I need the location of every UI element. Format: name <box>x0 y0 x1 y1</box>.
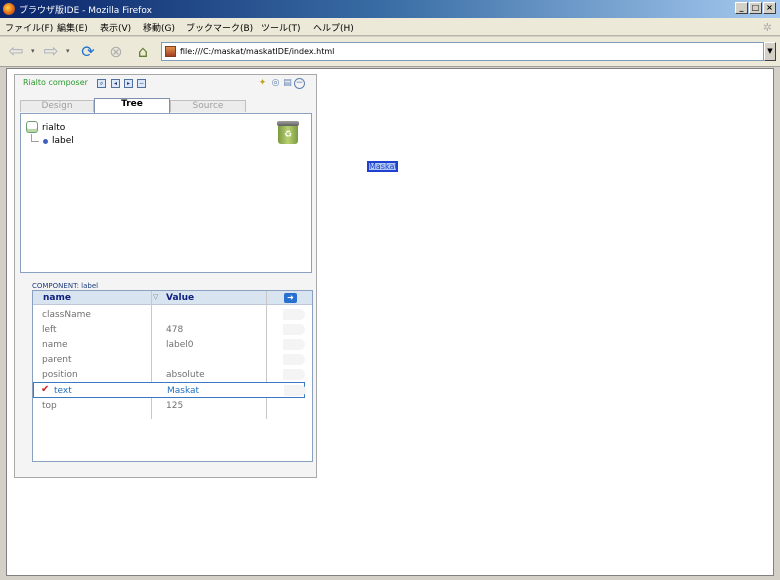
window-controls: _ □ × <box>735 2 776 14</box>
trash-bin: ♻ <box>278 126 298 144</box>
menu-go[interactable]: 移動(G) <box>143 21 175 34</box>
prop-name: top <box>42 401 57 411</box>
table-row-selected[interactable]: ✔ text Maskat <box>33 382 306 398</box>
properties-table: name ▽ Value ➜ className left 478 name l… <box>32 290 313 462</box>
table-row[interactable]: name label0 <box>33 337 312 352</box>
rialto-composer-panel: Rialto composer ⌕ ◂ ▸ − ✦ ◎ ▤ − Design T… <box>14 74 317 478</box>
url-dropdown-icon[interactable]: ▼ <box>764 42 776 61</box>
minimize-button[interactable]: _ <box>735 2 748 14</box>
row-end-cap <box>284 385 306 396</box>
reload-icon[interactable]: ⟳ <box>78 41 98 61</box>
trash-icon[interactable]: ♻ <box>277 121 299 144</box>
minimize-panel-icon[interactable]: − <box>294 78 305 89</box>
row-end-cap <box>283 309 305 320</box>
settings-icon[interactable]: ◎ <box>270 78 281 89</box>
header-value[interactable]: Value <box>166 293 194 303</box>
docs-icon[interactable]: ▤ <box>282 78 293 89</box>
menu-bookmarks[interactable]: ブックマーク(B) <box>186 21 253 34</box>
firefox-icon <box>3 3 15 15</box>
prop-value[interactable]: label0 <box>166 340 194 350</box>
menu-view[interactable]: 表示(V) <box>100 21 131 34</box>
nav-toolbar: ⇦ ▾ ⇨ ▾ ⟳ ⊗ ⌂ file:///C:/maskat/maskatID… <box>0 37 780 67</box>
table-row[interactable]: position absolute <box>33 367 312 382</box>
tree-node-label[interactable]: label <box>52 136 74 146</box>
next-icon[interactable]: ▸ <box>124 79 133 88</box>
tab-source[interactable]: Source <box>170 100 246 112</box>
prop-name: className <box>42 310 91 320</box>
prev-icon[interactable]: ◂ <box>111 79 120 88</box>
row-end-cap <box>283 369 305 380</box>
table-row[interactable]: className <box>33 307 312 322</box>
header-name[interactable]: name <box>43 293 71 303</box>
prop-name: position <box>42 370 78 380</box>
prop-value[interactable]: absolute <box>166 370 205 380</box>
row-end-cap <box>283 354 305 365</box>
sort-icon[interactable]: ▽ <box>153 293 158 301</box>
throbber-icon: ✲ <box>762 21 772 34</box>
back-arrow-icon[interactable]: ⇦ <box>6 41 26 62</box>
tree-branch-line <box>31 134 39 142</box>
panel-title: Rialto composer <box>23 78 88 87</box>
collapse-icon[interactable]: − <box>137 79 146 88</box>
window-titlebar: ブラウザ版IDE - Mozilla Firefox _ □ × <box>0 0 780 18</box>
prop-name: text <box>54 386 72 396</box>
home-icon[interactable]: ⌂ <box>133 41 153 61</box>
prop-value[interactable]: 478 <box>166 325 183 335</box>
canvas-label-component[interactable]: Maskat <box>367 161 398 172</box>
forward-dropdown-icon[interactable]: ▾ <box>66 47 70 55</box>
refresh-icon[interactable]: ➜ <box>284 293 297 303</box>
forward-arrow-icon[interactable]: ⇨ <box>41 41 61 62</box>
properties-header: name ▽ Value ➜ <box>33 291 312 305</box>
menu-file[interactable]: ファイル(F) <box>5 21 53 34</box>
menu-edit[interactable]: 編集(E) <box>57 21 88 34</box>
tree-node-rialto[interactable]: rialto <box>42 123 65 133</box>
page-content: Rialto composer ⌕ ◂ ▸ − ✦ ◎ ▤ − Design T… <box>6 68 774 576</box>
url-text[interactable]: file:///C:/maskat/maskatIDE/index.html <box>180 47 334 56</box>
zoom-icon[interactable]: ⌕ <box>97 79 106 88</box>
prop-name: parent <box>42 355 72 365</box>
menu-bar: ファイル(F) 編集(E) 表示(V) 移動(G) ブックマーク(B) ツール(… <box>0 18 780 36</box>
page-favicon-icon <box>165 46 176 57</box>
panel-tabs: Design Tree Source <box>20 98 312 113</box>
menu-tools[interactable]: ツール(T) <box>261 21 301 34</box>
back-dropdown-icon[interactable]: ▾ <box>31 47 35 55</box>
row-end-cap <box>283 324 305 335</box>
row-end-cap <box>283 339 305 350</box>
window-title: ブラウザ版IDE - Mozilla Firefox <box>19 6 152 16</box>
prop-value[interactable]: 125 <box>166 401 183 411</box>
table-row[interactable]: parent <box>33 352 312 367</box>
url-bar[interactable]: file:///C:/maskat/maskatIDE/index.html <box>161 42 764 61</box>
prop-name: left <box>42 325 57 335</box>
tab-design[interactable]: Design <box>20 100 94 112</box>
label-node-icon <box>43 139 48 144</box>
new-file-icon[interactable]: ✦ <box>257 78 268 89</box>
close-button[interactable]: × <box>763 2 776 14</box>
prop-name: name <box>42 340 68 350</box>
menu-help[interactable]: ヘルプ(H) <box>313 21 354 34</box>
table-row[interactable]: top 125 <box>33 398 312 413</box>
stop-icon[interactable]: ⊗ <box>106 41 126 61</box>
tab-tree[interactable]: Tree <box>94 98 170 113</box>
table-row[interactable]: left 478 <box>33 322 312 337</box>
check-icon: ✔ <box>41 384 50 395</box>
rialto-root-icon <box>26 121 38 133</box>
prop-value[interactable]: Maskat <box>167 386 199 396</box>
maximize-button[interactable]: □ <box>749 2 762 14</box>
component-label: COMPONENT: label <box>32 282 99 290</box>
component-tree: rialto label ♻ <box>20 113 312 273</box>
